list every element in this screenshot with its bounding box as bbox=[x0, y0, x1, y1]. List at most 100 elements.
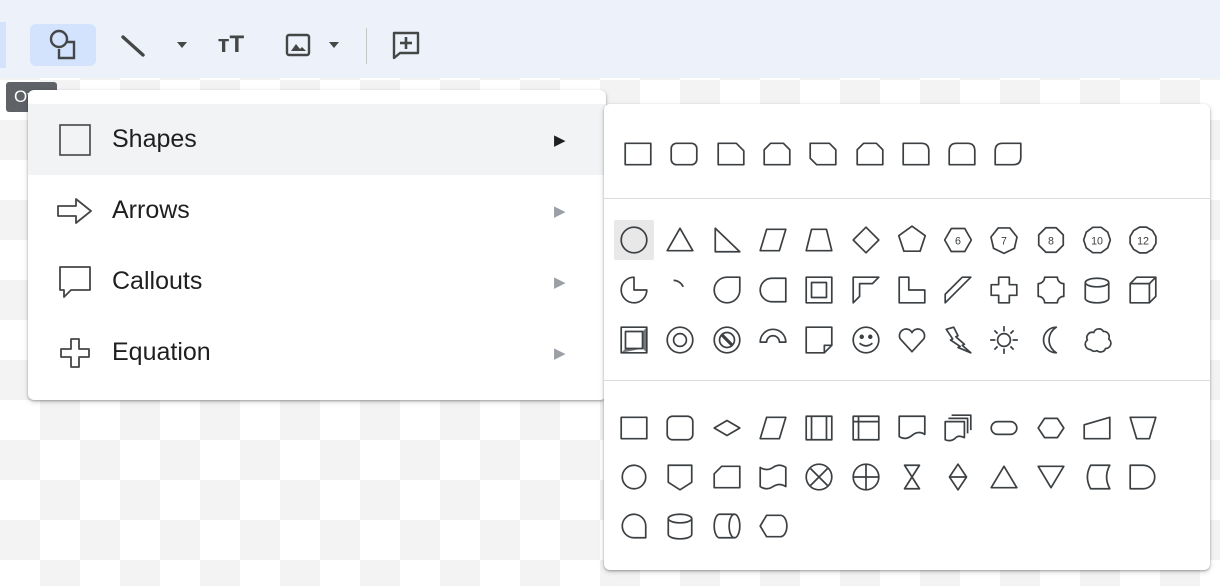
shape-round-single-corner-rectangle[interactable] bbox=[896, 134, 936, 174]
shape-snip-round-rectangle[interactable] bbox=[850, 134, 890, 174]
shape-right-triangle[interactable] bbox=[707, 220, 747, 260]
shape-snip-single-corner-rectangle[interactable] bbox=[711, 134, 751, 174]
shape-flowchart-punched-tape[interactable] bbox=[753, 457, 793, 497]
no-symbol-icon bbox=[712, 326, 741, 354]
line-dropdown[interactable] bbox=[170, 24, 194, 66]
shape-button[interactable] bbox=[30, 24, 96, 66]
shape-triangle[interactable] bbox=[660, 220, 700, 260]
menu-item-shapes[interactable]: Shapes ▶ bbox=[28, 104, 606, 175]
text-box-button[interactable]: тT bbox=[204, 24, 258, 66]
shape-half-frame[interactable] bbox=[846, 270, 886, 310]
shape-flowchart-data[interactable] bbox=[753, 408, 793, 448]
shape-flowchart-direct-access-storage[interactable] bbox=[707, 506, 747, 546]
flowchart-preparation-icon bbox=[1037, 417, 1065, 439]
shape-sun[interactable] bbox=[984, 320, 1024, 360]
shape-rounded-rectangle[interactable] bbox=[664, 134, 704, 174]
bevel-icon bbox=[620, 326, 648, 354]
shape-flowchart-terminator[interactable] bbox=[984, 408, 1024, 448]
shape-round-diagonal-corner-rectangle[interactable] bbox=[988, 134, 1028, 174]
square-icon bbox=[56, 121, 94, 159]
shape-flowchart-display[interactable] bbox=[753, 506, 793, 546]
toolbar-divider bbox=[366, 28, 367, 64]
shape-decagon[interactable]: 10 bbox=[1077, 220, 1117, 260]
image-dropdown[interactable] bbox=[322, 24, 346, 66]
shape-can[interactable] bbox=[1077, 270, 1117, 310]
shape-hexagon[interactable]: 6 bbox=[938, 220, 978, 260]
shape-snip-same-side-corner-rectangle[interactable] bbox=[757, 134, 797, 174]
smiley-face-icon bbox=[851, 326, 880, 354]
shape-cloud[interactable] bbox=[1077, 320, 1117, 360]
flowchart-internal-storage-icon bbox=[851, 415, 880, 441]
shape-trapezoid[interactable] bbox=[799, 220, 839, 260]
shape-cube[interactable] bbox=[1123, 270, 1163, 310]
shape-flowchart-process[interactable] bbox=[614, 408, 654, 448]
shape-corner[interactable] bbox=[892, 270, 932, 310]
cube-icon bbox=[1129, 276, 1157, 304]
shape-flowchart-manual-input[interactable] bbox=[1077, 408, 1117, 448]
shape-flowchart-predefined-process[interactable] bbox=[799, 408, 839, 448]
shape-flowchart-merge[interactable] bbox=[1031, 457, 1071, 497]
shape-round-same-side-corner-rectangle[interactable] bbox=[942, 134, 982, 174]
add-comment-button[interactable] bbox=[384, 24, 428, 66]
shape-flowchart-internal-storage[interactable] bbox=[846, 408, 886, 448]
shape-flowchart-document[interactable] bbox=[892, 408, 932, 448]
shape-smiley-face[interactable] bbox=[846, 320, 886, 360]
shape-plaque[interactable] bbox=[1031, 270, 1071, 310]
shape-donut[interactable] bbox=[660, 320, 700, 360]
shape-flowchart-decision[interactable] bbox=[707, 408, 747, 448]
shape-no-symbol[interactable] bbox=[707, 320, 747, 360]
menu-item-callouts[interactable]: Callouts ▶ bbox=[28, 246, 606, 317]
shape-frame[interactable] bbox=[799, 270, 839, 310]
shape-flowchart-multidocument[interactable] bbox=[938, 408, 978, 448]
flowchart-stored-data-icon bbox=[1086, 464, 1111, 490]
line-button[interactable] bbox=[112, 24, 154, 66]
shape-octagon[interactable]: 8 bbox=[1031, 220, 1071, 260]
shape-plus[interactable] bbox=[984, 270, 1024, 310]
shape-pie[interactable] bbox=[614, 270, 654, 310]
shape-heart[interactable] bbox=[892, 320, 932, 360]
shape-flowchart-collate[interactable] bbox=[892, 457, 932, 497]
shape-chord[interactable] bbox=[660, 270, 700, 310]
shape-heptagon[interactable]: 7 bbox=[984, 220, 1024, 260]
image-button[interactable] bbox=[280, 24, 316, 66]
diamond-icon bbox=[851, 226, 880, 254]
shape-frame-round[interactable] bbox=[753, 270, 793, 310]
svg-text:7: 7 bbox=[1001, 235, 1007, 247]
shape-dodecagon[interactable]: 12 bbox=[1123, 220, 1163, 260]
shape-diagonal-stripe[interactable] bbox=[938, 270, 978, 310]
shape-flowchart-magnetic-disk[interactable] bbox=[660, 506, 700, 546]
shape-flowchart-manual-operation[interactable] bbox=[1123, 408, 1163, 448]
flowchart-collate-icon bbox=[903, 464, 921, 490]
heptagon-icon: 7 bbox=[990, 227, 1019, 255]
shape-rectangle[interactable] bbox=[618, 134, 658, 174]
shape-flowchart-delay[interactable] bbox=[1123, 457, 1163, 497]
callout-icon bbox=[56, 263, 94, 301]
shape-parallelogram[interactable] bbox=[753, 220, 793, 260]
shape-flowchart-stored-data[interactable] bbox=[1077, 457, 1117, 497]
sun-icon bbox=[990, 326, 1019, 354]
shape-diamond[interactable] bbox=[846, 220, 886, 260]
shape-flowchart-summing-junction[interactable] bbox=[799, 457, 839, 497]
shape-flowchart-card[interactable] bbox=[707, 457, 747, 497]
shape-moon[interactable] bbox=[1031, 320, 1071, 360]
shape-block-arc[interactable] bbox=[753, 320, 793, 360]
shape-teardrop[interactable] bbox=[707, 270, 747, 310]
menu-item-arrows[interactable]: Arrows ▶ bbox=[28, 175, 606, 246]
menu-item-equation[interactable]: Equation ▶ bbox=[28, 317, 606, 388]
shape-flowchart-off-page-connector[interactable] bbox=[660, 457, 700, 497]
shape-flowchart-connector[interactable] bbox=[614, 457, 654, 497]
shape-flowchart-sequential-access-storage[interactable] bbox=[614, 506, 654, 546]
shape-folded-corner[interactable] bbox=[799, 320, 839, 360]
shape-oval[interactable] bbox=[614, 220, 654, 260]
shape-bevel[interactable] bbox=[614, 320, 654, 360]
shape-flowchart-sort[interactable] bbox=[938, 457, 978, 497]
add-comment-icon bbox=[392, 31, 420, 60]
snip-round-rectangle-icon bbox=[855, 142, 884, 166]
shape-pentagon[interactable] bbox=[892, 220, 932, 260]
shape-flowchart-preparation[interactable] bbox=[1031, 408, 1071, 448]
shape-snip-diagonal-corner-rectangle[interactable] bbox=[803, 134, 843, 174]
shape-flowchart-or[interactable] bbox=[846, 457, 886, 497]
shape-flowchart-extract[interactable] bbox=[984, 457, 1024, 497]
shape-flowchart-alternate-process[interactable] bbox=[660, 408, 700, 448]
shape-lightning-bolt[interactable] bbox=[938, 320, 978, 360]
